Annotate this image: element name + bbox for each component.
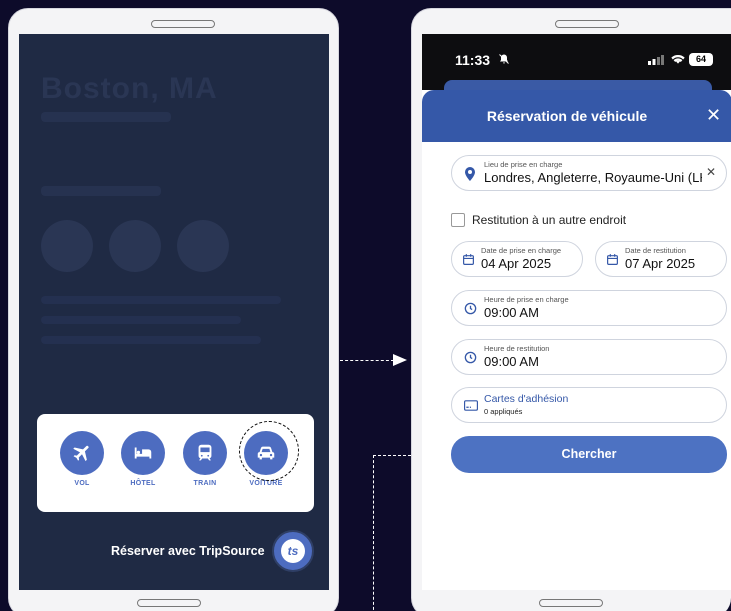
background-thumbnail — [41, 220, 93, 272]
background-placeholder — [41, 296, 281, 304]
battery-indicator: 64 — [689, 53, 713, 66]
search-button[interactable]: Chercher — [451, 436, 727, 473]
background-placeholder — [41, 336, 261, 344]
menu-label-hotel: HÔTEL — [130, 480, 156, 487]
phone-speaker — [555, 20, 619, 28]
return-elsewhere-checkbox[interactable] — [451, 213, 465, 227]
pickup-time-label: Heure de prise en charge — [484, 295, 569, 304]
membership-cards-count: 0 appliqués — [484, 407, 523, 416]
calendar-icon — [607, 254, 618, 265]
wifi-icon — [671, 54, 685, 64]
menu-item-train[interactable]: TRAIN — [175, 431, 235, 487]
menu-label-car: VOITURE — [249, 480, 283, 487]
return-time-label: Heure de restitution — [484, 344, 550, 353]
home-indicator — [137, 599, 201, 607]
left-phone-frame: Boston, MA VOL HÔTEL TRAIN VOITURE Réser… — [8, 8, 339, 611]
connector-arrow — [393, 354, 407, 366]
tripsource-logo: ts — [281, 539, 305, 563]
connector-line — [373, 455, 411, 456]
pickup-date-value: 04 Apr 2025 — [481, 256, 552, 271]
membership-cards-label: Cartes d'adhésion — [484, 393, 569, 405]
return-date-value: 07 Apr 2025 — [625, 256, 696, 271]
train-icon — [183, 431, 227, 475]
tripsource-fab-button[interactable]: ts — [272, 530, 314, 572]
return-time-field[interactable]: Heure de restitution 09:00 AM — [451, 339, 727, 375]
home-indicator — [539, 599, 603, 607]
background-thumbnail — [109, 220, 161, 272]
booking-type-menu: VOL HÔTEL TRAIN VOITURE — [37, 414, 314, 512]
status-time: 11:33 — [455, 52, 491, 68]
background-placeholder — [41, 186, 161, 196]
connector-line — [340, 360, 394, 361]
background-placeholder — [41, 316, 241, 324]
location-pin-icon — [465, 167, 475, 181]
return-time-value: 09:00 AM — [484, 354, 539, 369]
reserve-with-tripsource-label: Réserver avec TripSource — [111, 544, 265, 558]
background-thumbnail — [177, 220, 229, 272]
menu-item-flight[interactable]: VOL — [52, 431, 112, 487]
home-screen-dimmed: Boston, MA VOL HÔTEL TRAIN VOITURE Réser… — [19, 34, 329, 590]
menu-item-hotel[interactable]: HÔTEL — [113, 431, 173, 487]
car-icon — [244, 431, 288, 475]
right-phone-frame: 11:33 64 Réservation de véhicule ✕ Lieu … — [411, 8, 731, 611]
menu-item-car[interactable]: VOITURE — [236, 421, 299, 487]
membership-cards-field[interactable]: Cartes d'adhésion 0 appliqués — [451, 387, 727, 423]
calendar-icon — [463, 254, 474, 265]
return-elsewhere-label: Restitution à un autre endroit — [472, 213, 627, 227]
pickup-location-label: Lieu de prise en charge — [484, 160, 563, 169]
modal-header: Réservation de véhicule ✕ — [422, 90, 731, 142]
clock-icon — [464, 302, 477, 315]
menu-label-flight: VOL — [74, 480, 90, 487]
card-icon — [464, 400, 478, 411]
pickup-date-field[interactable]: Date de prise en charge 04 Apr 2025 — [451, 241, 583, 277]
phone-speaker — [151, 20, 215, 28]
pickup-location-field[interactable]: Lieu de prise en charge Londres, Anglete… — [451, 155, 727, 191]
pickup-time-field[interactable]: Heure de prise en charge 09:00 AM — [451, 290, 727, 326]
menu-label-train: TRAIN — [193, 480, 217, 487]
return-date-label: Date de restitution — [625, 246, 686, 255]
pickup-date-label: Date de prise en charge — [481, 246, 562, 255]
background-placeholder — [41, 112, 171, 122]
signal-icon — [648, 55, 664, 65]
return-date-field[interactable]: Date de restitution 07 Apr 2025 — [595, 241, 727, 277]
bed-icon — [121, 431, 165, 475]
plane-icon — [60, 431, 104, 475]
clear-icon[interactable]: ✕ — [706, 165, 716, 179]
clock-icon — [464, 351, 477, 364]
pickup-location-value: Londres, Angleterre, Royaume-Uni (LH — [484, 170, 702, 185]
vehicle-booking-screen: 11:33 64 Réservation de véhicule ✕ Lieu … — [422, 34, 731, 590]
connector-line — [373, 455, 374, 611]
close-icon[interactable]: ✕ — [706, 106, 721, 124]
background-city-title: Boston, MA — [41, 72, 218, 105]
pickup-time-value: 09:00 AM — [484, 305, 539, 320]
modal-title: Réservation de véhicule — [486, 108, 648, 124]
bell-off-icon — [499, 54, 509, 64]
